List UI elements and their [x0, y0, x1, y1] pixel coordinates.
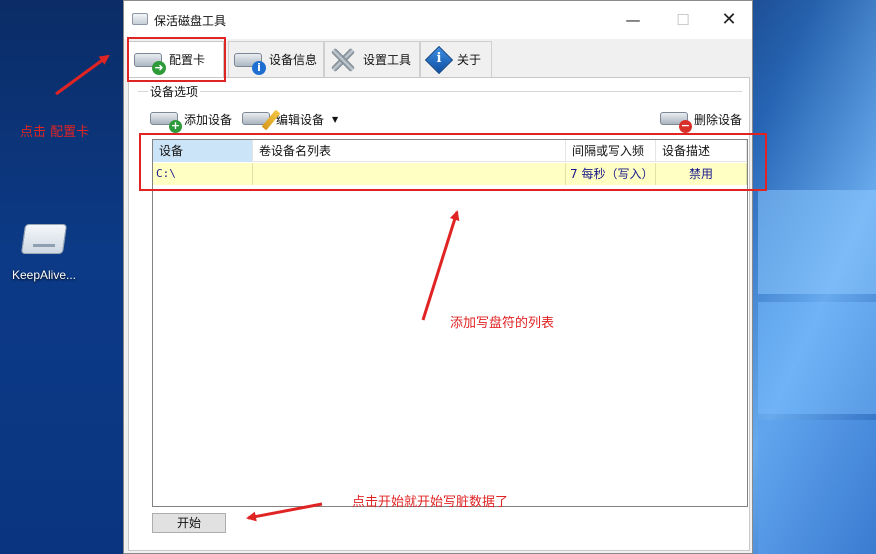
group-title: 设备选项	[148, 83, 201, 100]
tab-label: 设备信息	[268, 53, 317, 67]
wallpaper-light-panel	[758, 302, 876, 414]
about-icon: i	[424, 45, 454, 74]
app-drive-icon	[132, 13, 148, 25]
tab-label: 关于	[457, 53, 482, 67]
tab-device-info[interactable]: i 设备信息	[228, 41, 324, 77]
annotation-click-tab: 点击 配置卡	[20, 125, 90, 140]
window-title: 保活磁盘工具	[154, 14, 227, 28]
tools-icon	[329, 46, 359, 74]
annotation-box-list	[139, 133, 767, 191]
drive-info-icon: i	[233, 47, 266, 75]
desktop-shortcut-keepalive[interactable]: KeepAlive...	[6, 218, 82, 282]
wallpaper-light-panel	[758, 420, 876, 554]
add-drive-icon: +	[150, 107, 182, 133]
edit-device-label: 编辑设备	[276, 112, 325, 127]
close-button[interactable]: ✕	[706, 1, 752, 39]
minimize-button[interactable]: —	[610, 1, 656, 39]
delete-device-button[interactable]: − 删除设备	[660, 105, 742, 133]
tab-settings-tools[interactable]: 设置工具	[324, 41, 420, 77]
wallpaper-light-panel	[758, 190, 876, 294]
add-device-button[interactable]: + 添加设备	[150, 105, 232, 133]
delete-device-label: 删除设备	[694, 112, 743, 127]
delete-drive-icon: −	[660, 107, 692, 133]
annotation-box-tab	[127, 37, 226, 82]
maximize-button[interactable]: ☐	[660, 1, 706, 39]
app-window: 保活磁盘工具 — ☐ ✕ ➜ 配置卡 i 设备信息 设置工具 i 关于 设备选项…	[123, 0, 753, 554]
desktop-shortcut-label: KeepAlive...	[11, 268, 77, 282]
edit-drive-icon	[242, 107, 281, 131]
start-button[interactable]: 开始	[152, 513, 226, 533]
group-divider	[138, 91, 742, 92]
add-device-label: 添加设备	[184, 112, 233, 127]
tab-about[interactable]: i 关于	[420, 41, 492, 77]
edit-device-button[interactable]: 编辑设备 ▼	[242, 105, 338, 133]
annotation-start-note: 点击开始就开始写脏数据了	[352, 495, 509, 510]
tab-label: 设置工具	[363, 53, 412, 67]
title-bar[interactable]: 保活磁盘工具 — ☐ ✕	[124, 1, 752, 39]
chevron-down-icon[interactable]: ▼	[332, 115, 338, 124]
annotation-list-note: 添加写盘符的列表	[450, 316, 555, 331]
drive-icon	[20, 218, 68, 258]
